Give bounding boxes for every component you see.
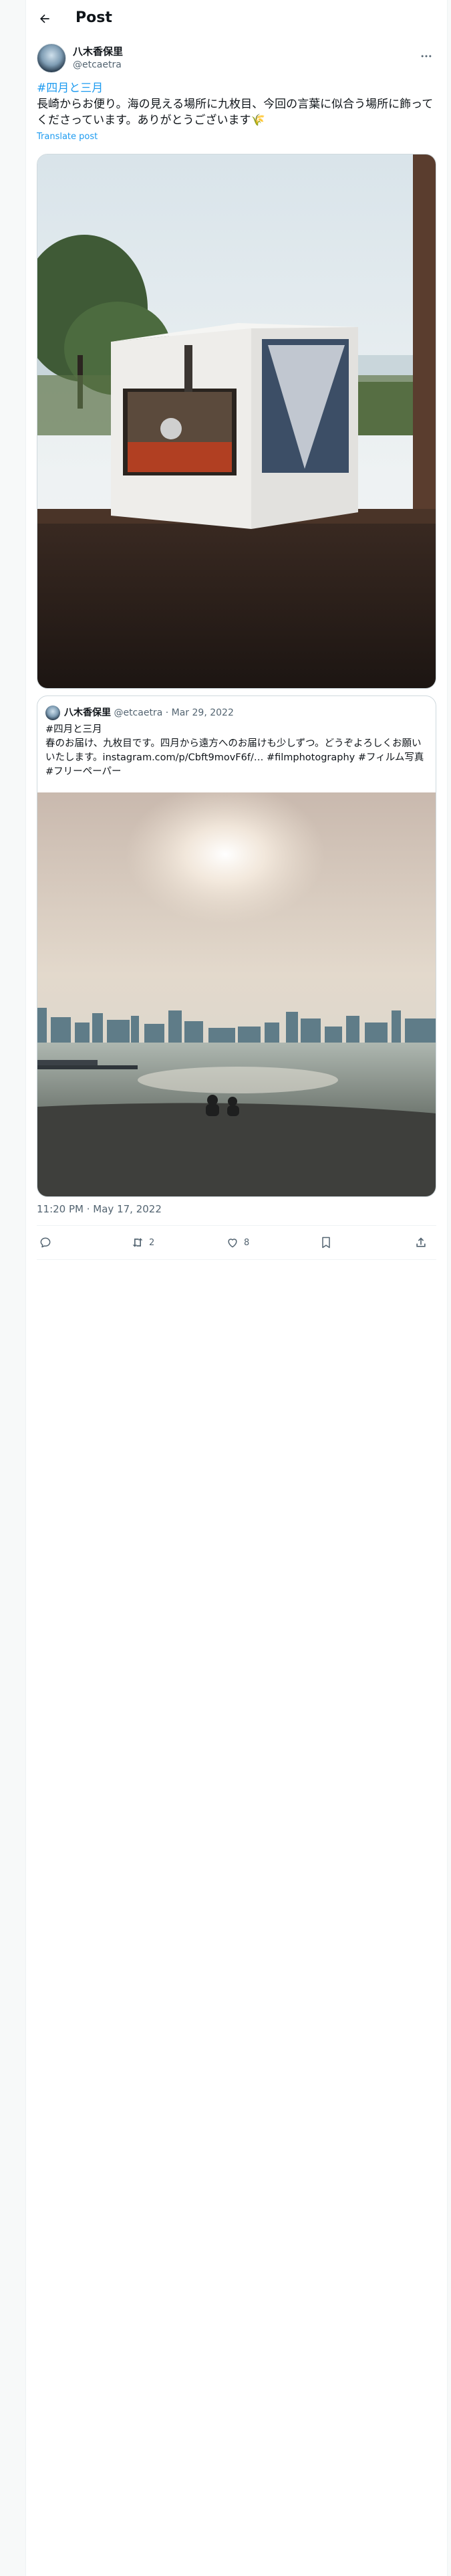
author-name[interactable]: 八木香保里: [73, 45, 123, 58]
bookmark-button[interactable]: [319, 1234, 333, 1251]
page-title: Post: [76, 9, 112, 26]
tweet-body: 長崎からお便り。海の見える場所に九枚目、今回の言葉に似合う場所に飾ってくださって…: [37, 98, 434, 127]
more-button[interactable]: [415, 46, 438, 66]
author-row: 八木香保里 @etcaetra: [37, 43, 438, 76]
tweet-hashtag[interactable]: #四月と三月: [37, 80, 436, 96]
header: Post: [26, 0, 447, 37]
author-handle[interactable]: @etcaetra: [73, 58, 122, 72]
quoted-date: Mar 29, 2022: [171, 708, 234, 718]
like-count: 8: [244, 1237, 250, 1248]
action-bar: 2 8: [37, 1225, 436, 1260]
main-column: Post 八木香保里 @etcaetra #四月と三月 長崎からお便り。海の見え…: [25, 0, 448, 2576]
quoted-body: 春のお届け、九枚目です。四月から遠方へのお届けも少しずつ。どうぞよろしくお願いい…: [45, 738, 424, 777]
repost-button[interactable]: 2: [130, 1234, 154, 1251]
quoted-meta: 八木香保里 @etcaetra · Mar 29, 2022: [64, 706, 234, 720]
quoted-text: #四月と三月 春のお届け、九枚目です。四月から遠方へのお届けも少しずつ。どうぞよ…: [45, 723, 429, 779]
repost-count: 2: [149, 1237, 155, 1248]
repost-icon: [130, 1235, 145, 1250]
tweet-text: #四月と三月 長崎からお便り。海の見える場所に九枚目、今回の言葉に似合う場所に飾…: [37, 80, 436, 128]
bookmark-icon: [319, 1235, 333, 1250]
quoted-author-handle: @etcaetra: [114, 708, 163, 718]
tweet-photo[interactable]: [37, 154, 436, 689]
reply-button[interactable]: [38, 1234, 57, 1251]
post-timestamp[interactable]: 11:20 PM · May 17, 2022: [37, 1202, 162, 1216]
share-icon: [414, 1235, 428, 1250]
quoted-avatar: [45, 706, 60, 720]
reply-icon: [38, 1235, 53, 1250]
avatar[interactable]: [37, 43, 66, 73]
back-arrow-icon: [37, 11, 52, 26]
heart-icon: [225, 1235, 240, 1250]
quoted-hashtag: #四月と三月: [45, 724, 102, 735]
share-button[interactable]: [414, 1234, 428, 1251]
quoted-separator: ·: [165, 708, 169, 718]
page: Post 八木香保里 @etcaetra #四月と三月 長崎からお便り。海の見え…: [0, 0, 451, 2576]
back-button[interactable]: [34, 8, 55, 29]
more-icon: [419, 49, 434, 64]
quoted-photo[interactable]: [37, 792, 436, 1196]
quoted-author-name: 八木香保里: [64, 708, 111, 718]
like-button[interactable]: 8: [225, 1234, 249, 1251]
translate-link[interactable]: Translate post: [37, 131, 98, 143]
quoted-post[interactable]: 八木香保里 @etcaetra · Mar 29, 2022 #四月と三月 春の…: [37, 695, 436, 1197]
